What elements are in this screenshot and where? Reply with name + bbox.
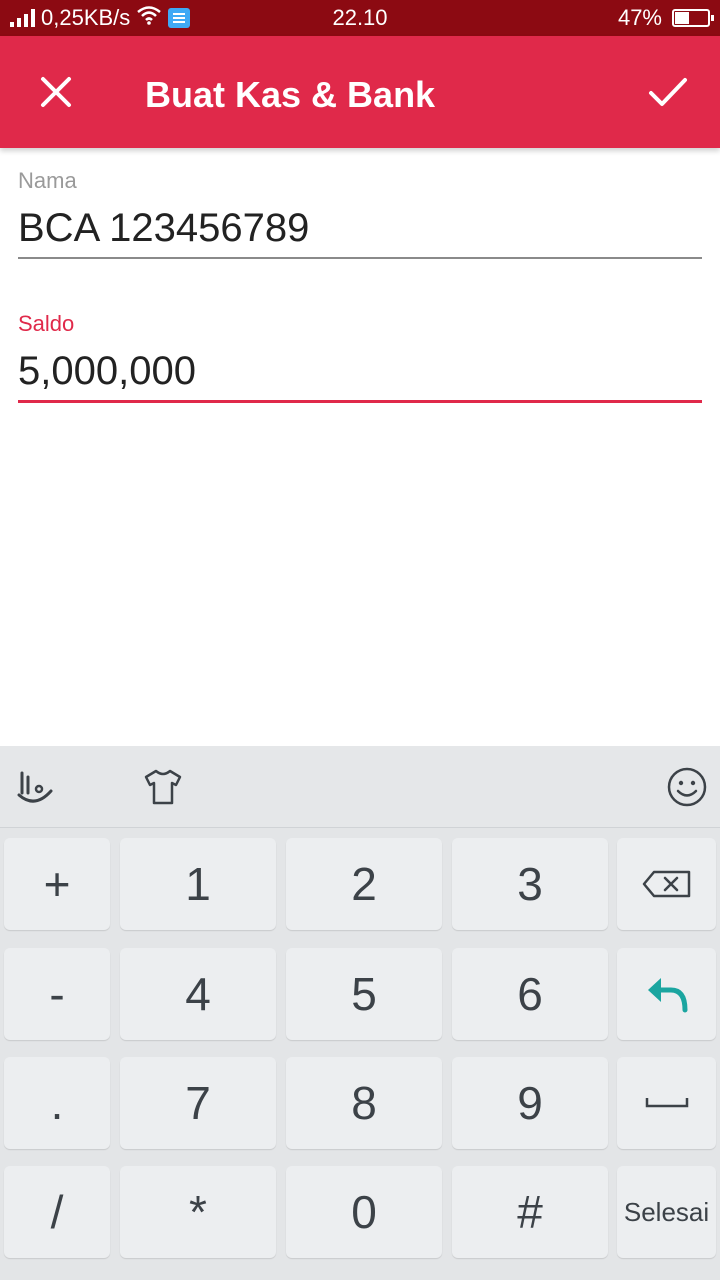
key-3[interactable]: 3 bbox=[452, 838, 608, 930]
name-input[interactable]: BCA 123456789 bbox=[18, 206, 702, 251]
done-key[interactable]: Selesai bbox=[617, 1166, 716, 1258]
key-slash[interactable]: / bbox=[4, 1166, 110, 1258]
key-5[interactable]: 5 bbox=[286, 948, 442, 1040]
name-underline bbox=[18, 257, 702, 259]
key-hash[interactable]: # bbox=[452, 1166, 608, 1258]
key-1[interactable]: 1 bbox=[120, 838, 276, 930]
key-asterisk[interactable]: * bbox=[120, 1166, 276, 1258]
balance-underline bbox=[18, 400, 702, 403]
key-0[interactable]: 0 bbox=[286, 1166, 442, 1258]
status-bar: 0,25KB/s 22.10 47% bbox=[0, 0, 720, 36]
enter-key[interactable] bbox=[617, 948, 716, 1040]
touchpal-icon[interactable] bbox=[12, 764, 58, 810]
numeric-keyboard: + 1 2 3 - 4 5 6 . 7 8 9 / * 0 # Selesai bbox=[0, 828, 720, 1280]
key-8[interactable]: 8 bbox=[286, 1057, 442, 1149]
save-button[interactable] bbox=[632, 56, 704, 128]
battery-percent: 47% bbox=[617, 5, 662, 30]
name-label: Nama bbox=[18, 168, 77, 193]
key-4[interactable]: 4 bbox=[120, 948, 276, 1040]
backspace-key[interactable] bbox=[617, 838, 716, 930]
key-9[interactable]: 9 bbox=[452, 1057, 608, 1149]
status-right: 47% bbox=[617, 0, 714, 36]
space-key[interactable] bbox=[617, 1057, 716, 1149]
emoji-icon[interactable] bbox=[664, 764, 710, 810]
name-field[interactable]: Nama BCA 123456789 bbox=[18, 168, 702, 259]
close-button[interactable] bbox=[20, 56, 92, 128]
balance-input[interactable]: 5,000,000 bbox=[18, 349, 702, 394]
key-6[interactable]: 6 bbox=[452, 948, 608, 1040]
status-time: 22.10 bbox=[332, 5, 388, 30]
key-period[interactable]: . bbox=[4, 1057, 110, 1149]
keyboard-toolbar bbox=[0, 746, 720, 828]
enter-return-icon bbox=[647, 978, 687, 1013]
balance-field[interactable]: Saldo 5,000,000 bbox=[18, 311, 702, 403]
app-bar: Buat Kas & Bank bbox=[0, 36, 720, 148]
key-minus[interactable]: - bbox=[4, 948, 110, 1040]
check-icon bbox=[649, 78, 687, 106]
battery-icon bbox=[672, 9, 714, 27]
key-7[interactable]: 7 bbox=[120, 1057, 276, 1149]
balance-label: Saldo bbox=[18, 311, 75, 336]
close-icon bbox=[41, 77, 71, 107]
theme-shirt-icon[interactable] bbox=[140, 764, 186, 810]
key-plus[interactable]: + bbox=[4, 838, 110, 930]
key-2[interactable]: 2 bbox=[286, 838, 442, 930]
space-icon bbox=[645, 1098, 688, 1108]
page-title: Buat Kas & Bank bbox=[145, 74, 436, 115]
backspace-icon bbox=[642, 870, 690, 898]
